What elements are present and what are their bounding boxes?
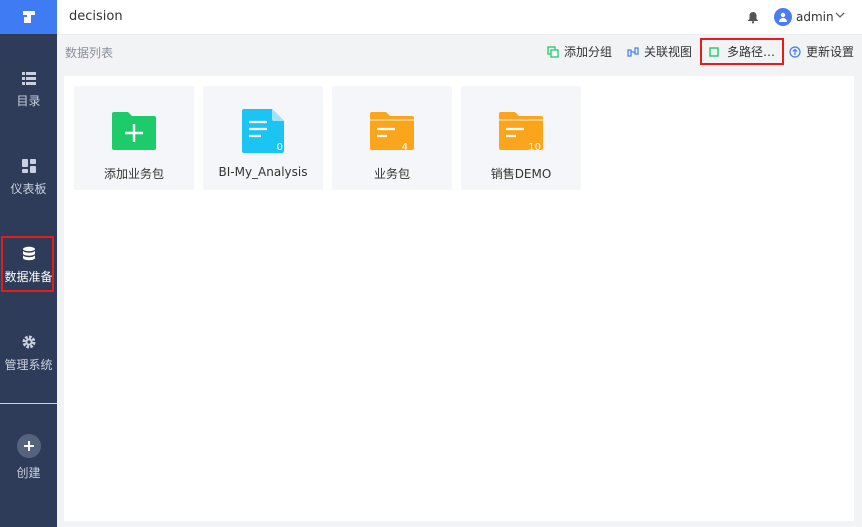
package-card[interactable]: 0 BI-My_Analysis <box>203 86 323 190</box>
sidebar-item-catalog[interactable]: 目录 <box>0 62 57 116</box>
highlight-box <box>700 38 784 65</box>
card-name: 业务包 <box>373 167 410 181</box>
add-package-card[interactable]: 添加业务包 <box>74 86 194 190</box>
sidebar-item-management[interactable]: 管理系统 <box>0 326 57 380</box>
update-settings-button[interactable]: 更新设置 <box>789 43 854 60</box>
card-name: 添加业务包 <box>103 167 164 181</box>
relation-icon <box>627 46 639 57</box>
plus-icon <box>16 434 41 458</box>
chevron-down-icon[interactable] <box>835 12 845 19</box>
add-group-button[interactable]: 添加分组 <box>547 43 612 60</box>
card-name: 销售DEMO <box>490 167 552 181</box>
user-name[interactable]: admin <box>796 10 834 24</box>
list-icon <box>21 71 36 85</box>
add-group-icon <box>547 45 559 58</box>
sidebar-item-label: 数据准备 <box>4 269 53 284</box>
sidebar-item-dashboard[interactable]: 仪表板 <box>0 150 57 204</box>
app-title: decision <box>69 9 123 24</box>
update-icon <box>789 45 801 58</box>
relation-view-button[interactable]: 关联视图 <box>627 43 692 60</box>
section-label: 数据列表 <box>65 46 114 60</box>
bell-icon[interactable] <box>747 11 759 24</box>
add-folder-icon <box>112 112 156 150</box>
package-panel: 添加业务包 0 BI-My_Analysis 4 业务包 10 销售DEMO <box>64 76 854 521</box>
update-settings-label: 更新设置 <box>806 45 855 59</box>
user-icon <box>779 12 787 22</box>
main-content: 数据列表 添加分组 关联视图 多路径… 更新设置 添加业务包 0 BI-My_A… <box>57 35 862 527</box>
sidebar-item-label: 管理系统 <box>4 357 53 372</box>
package-card[interactable]: 10 销售DEMO <box>461 86 581 190</box>
add-group-label: 添加分组 <box>564 45 613 59</box>
app-logo[interactable] <box>0 0 57 34</box>
package-card[interactable]: 4 业务包 <box>332 86 452 190</box>
relation-view-label: 关联视图 <box>644 45 693 59</box>
sidebar-item-data-prep[interactable]: 数据准备 <box>0 236 57 292</box>
gear-icon <box>22 335 35 348</box>
database-icon <box>22 246 35 260</box>
logo-icon <box>22 11 35 23</box>
card-name: BI-My_Analysis <box>218 165 308 179</box>
sidebar-item-label: 目录 <box>16 93 41 108</box>
create-label: 创建 <box>16 466 41 480</box>
avatar[interactable] <box>774 8 792 26</box>
dashboard-icon <box>21 158 36 173</box>
top-bar: decision admin <box>57 0 862 35</box>
sidebar: 目录 仪表板 数据准备 管理系统 创建 <box>0 0 57 527</box>
toolbar: 数据列表 添加分组 关联视图 多路径… 更新设置 <box>57 35 862 67</box>
package-count: 4 <box>401 142 408 153</box>
create-button[interactable]: 创建 <box>0 434 57 488</box>
package-count: 0 <box>276 142 283 153</box>
package-count: 10 <box>528 142 541 153</box>
sidebar-divider <box>0 403 57 404</box>
sidebar-item-label: 仪表板 <box>10 181 47 196</box>
